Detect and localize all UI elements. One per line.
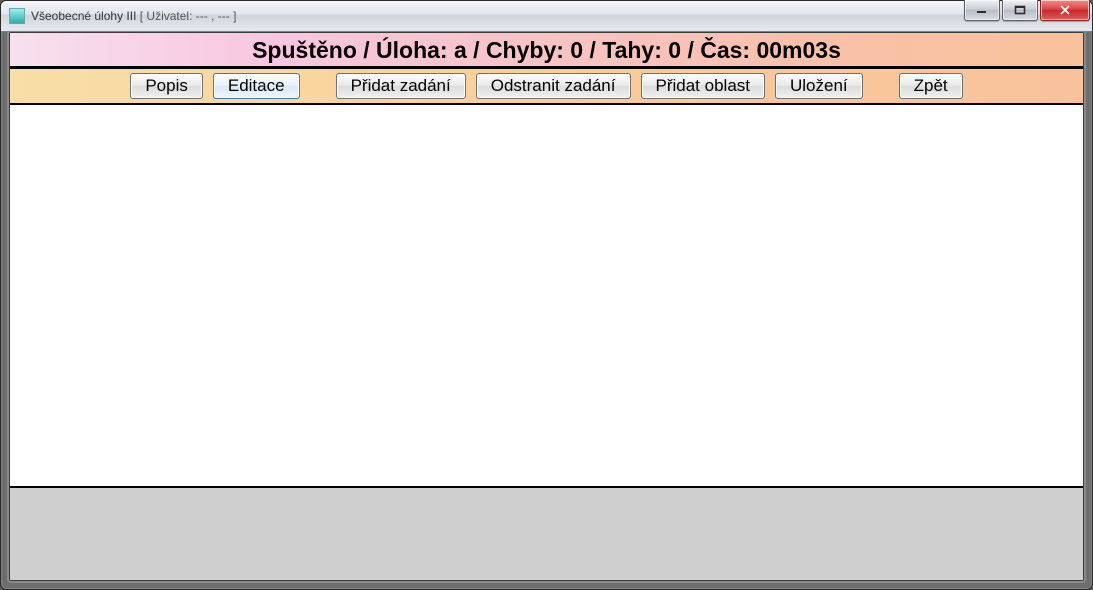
client-area: Spuštěno / Úloha: a / Chyby: 0 / Tahy: 0… [9,32,1084,581]
main-canvas [10,105,1083,486]
pridat-zadani-button[interactable]: Přidat zadání [336,73,466,99]
close-button[interactable] [1040,0,1090,21]
window-title-suffix: [ Uživatel: --- , --- ] [136,9,236,23]
minimize-button[interactable] [964,0,1000,21]
status-bar: Spuštěno / Úloha: a / Chyby: 0 / Tahy: 0… [10,33,1083,69]
titlebar: Všeobecné úlohy III [ Uživatel: --- , --… [1,1,1092,32]
pridat-oblast-button[interactable]: Přidat oblast [641,73,766,99]
minimize-icon [976,5,988,15]
maximize-button[interactable] [1002,0,1038,21]
window-title: Všeobecné úlohy III [ Uživatel: --- , --… [31,9,236,23]
window-title-main: Všeobecné úlohy III [31,9,136,23]
close-icon [1059,5,1071,15]
window-controls [964,0,1090,21]
maximize-icon [1014,5,1026,15]
editace-button[interactable]: Editace [213,73,300,99]
odstranit-zadani-button[interactable]: Odstranit zadání [476,73,631,99]
toolbar: Popis Editace Přidat zadání Odstranit za… [10,69,1083,105]
bottom-panel [10,486,1083,580]
popis-button[interactable]: Popis [130,73,203,99]
status-text: Spuštěno / Úloha: a / Chyby: 0 / Tahy: 0… [252,37,841,64]
zpet-button[interactable]: Zpět [899,73,963,99]
app-window: Všeobecné úlohy III [ Uživatel: --- , --… [0,0,1093,590]
app-icon [9,8,25,24]
ulozeni-button[interactable]: Uložení [775,73,863,99]
